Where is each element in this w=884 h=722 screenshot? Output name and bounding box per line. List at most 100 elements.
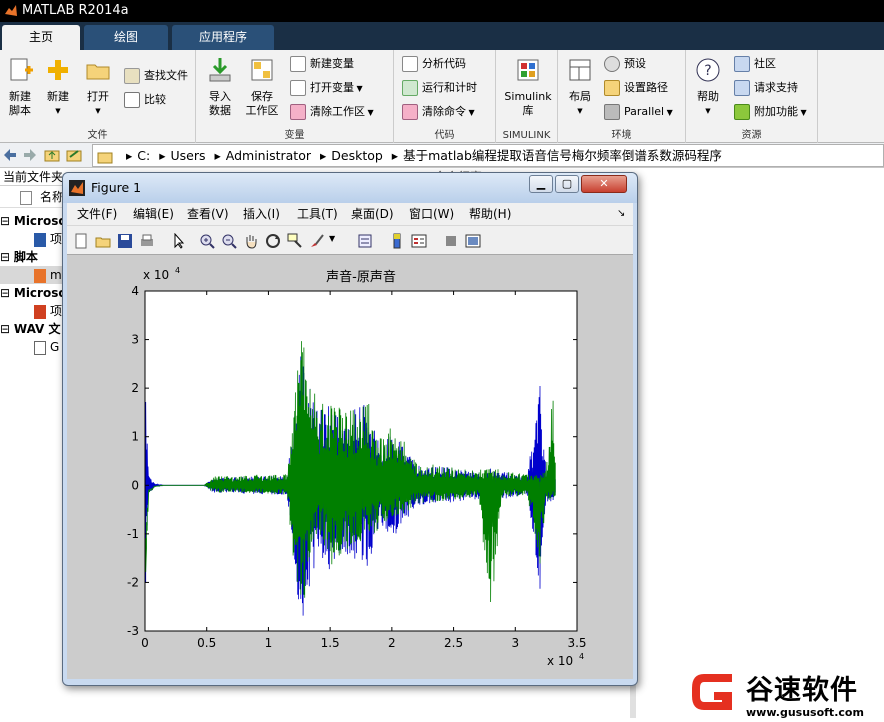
tab-apps[interactable]: 应用程序 xyxy=(172,25,274,50)
pan-hand-icon[interactable] xyxy=(243,233,259,249)
clear-workspace-icon xyxy=(290,104,306,120)
up-folder-icon[interactable] xyxy=(44,147,60,163)
insert-colorbar-icon[interactable] xyxy=(389,233,405,249)
new-script-button[interactable]: 新建 脚本 xyxy=(0,56,40,118)
brush-icon[interactable] xyxy=(309,233,325,249)
close-button[interactable]: ✕ xyxy=(581,175,627,193)
layout-button[interactable]: 布局 ▼ xyxy=(560,56,600,118)
set-path-label: 设置路径 xyxy=(624,81,668,94)
minimize-button[interactable]: ▁ xyxy=(529,175,553,193)
parallel-icon xyxy=(604,104,620,120)
group-label-simulink: SIMULINK xyxy=(502,130,551,141)
show-plot-tools-icon[interactable] xyxy=(465,233,481,249)
new-variable-label: 新建变量 xyxy=(310,57,354,70)
tree-group-microsoft-ppt[interactable]: ⊟ Microso xyxy=(0,284,66,302)
browse-folder-icon[interactable] xyxy=(66,147,82,163)
import-data-button[interactable]: 导入 数据 xyxy=(200,56,240,118)
clear-commands-button[interactable]: 清除命令 ▼ xyxy=(402,102,475,122)
clear-workspace-button[interactable]: 清除工作区 ▼ xyxy=(290,102,374,122)
menu-window[interactable]: 窗口(W) xyxy=(409,203,454,225)
figure-title: Figure 1 xyxy=(91,180,142,195)
brush-dropdown-icon[interactable]: ▼ xyxy=(329,234,335,243)
set-path-button[interactable]: 设置路径 xyxy=(604,78,668,98)
figure-window[interactable]: Figure 1 ▁ ▢ ✕ 文件(F) 编辑(E) 查看(V) 插入(I) 工… xyxy=(62,172,638,686)
tree-group-scripts[interactable]: ⊟ 脚本 xyxy=(0,248,66,266)
edit-plot-arrow-icon[interactable] xyxy=(171,233,187,249)
tree-item-ppt[interactable]: 项 xyxy=(0,302,66,320)
menu-tools[interactable]: 工具(T) xyxy=(297,203,338,225)
path-segment-users[interactable]: Users xyxy=(170,148,205,163)
zoom-in-icon[interactable] xyxy=(199,233,215,249)
waveform-plot[interactable]: 0 0.5 1 1.5 2 2.5 3 3.5 -3 -2 -1 0 1 2 3 4 声音-原声音 x 10 4 x … xyxy=(67,255,633,679)
hide-plot-tools-icon[interactable] xyxy=(443,233,459,249)
compare-button[interactable]: 比较 xyxy=(124,90,166,110)
file-type-icon xyxy=(20,190,32,205)
menu-file[interactable]: 文件(F) xyxy=(77,203,117,225)
preferences-button[interactable]: 预设 xyxy=(604,54,646,74)
new-variable-icon xyxy=(290,56,306,72)
path-segment-project[interactable]: 基于matlab编程提取语音信号梅尔频率倒谱系数源码程序 xyxy=(403,148,722,163)
name-column-header[interactable]: 名称 xyxy=(0,186,66,208)
tree-group-microsoft-word[interactable]: ⊟ Microso xyxy=(0,212,66,230)
menu-view[interactable]: 查看(V) xyxy=(187,203,229,225)
path-segment-desktop[interactable]: Desktop xyxy=(331,148,383,163)
data-cursor-icon[interactable] xyxy=(287,233,303,249)
run-and-time-label: 运行和计时 xyxy=(422,81,477,94)
forward-arrow-icon[interactable] xyxy=(22,147,38,163)
x-exponent-label: x 10 xyxy=(547,654,573,668)
new-script-label-1: 新建 xyxy=(9,90,31,103)
open-label: 打开 xyxy=(87,90,109,103)
tree-item-m-file[interactable]: m xyxy=(0,266,66,284)
print-figure-icon[interactable] xyxy=(139,233,155,249)
current-folder-path[interactable]: ▸ C: ▸ Users ▸ Administrator ▸ Desktop ▸ 基于ma… xyxy=(92,144,884,167)
figure-title-bar[interactable]: Figure 1 ▁ ▢ ✕ xyxy=(63,173,637,203)
back-arrow-icon[interactable] xyxy=(2,147,18,163)
tree-item-wav[interactable]: G xyxy=(0,338,66,356)
run-and-time-button[interactable]: 运行和计时 xyxy=(402,78,477,98)
open-file-icon[interactable] xyxy=(95,233,111,249)
figure-canvas[interactable]: 0 0.5 1 1.5 2 2.5 3 3.5 -3 -2 -1 0 1 2 3 4 声音-原声音 x 10 4 x … xyxy=(67,255,633,679)
group-label-resources: 资源 xyxy=(741,130,762,141)
tree-item-doc[interactable]: 项 xyxy=(0,230,66,248)
y-tick-label: -3 xyxy=(127,624,139,638)
addons-button[interactable]: 附加功能 ▼ xyxy=(734,102,807,122)
open-variable-button[interactable]: 打开变量 ▼ xyxy=(290,78,363,98)
new-variable-button[interactable]: 新建变量 xyxy=(290,54,354,74)
insert-legend-icon[interactable] xyxy=(411,233,427,249)
path-segment-drive[interactable]: C: xyxy=(137,148,150,163)
maximize-button[interactable]: ▢ xyxy=(555,175,579,193)
open-button[interactable]: 打开 ▼ xyxy=(78,56,118,118)
x-tick-label: 1.5 xyxy=(321,636,340,650)
analyze-code-button[interactable]: 分析代码 xyxy=(402,54,466,74)
link-plot-icon[interactable] xyxy=(357,233,373,249)
svg-text:?: ? xyxy=(704,63,711,79)
tab-home[interactable]: 主页 xyxy=(2,25,80,50)
menu-help[interactable]: 帮助(H) xyxy=(469,203,511,225)
request-support-button[interactable]: 请求支持 xyxy=(734,78,798,98)
x-tick-label: 3.5 xyxy=(567,636,586,650)
new-figure-icon[interactable] xyxy=(73,233,89,249)
menu-insert[interactable]: 插入(I) xyxy=(243,203,280,225)
help-button[interactable]: ? 帮助 ▼ xyxy=(688,56,728,118)
simulink-library-button[interactable]: Simulink 库 xyxy=(500,56,556,118)
zoom-out-icon[interactable] xyxy=(221,233,237,249)
new-button[interactable]: 新建 ▼ xyxy=(38,56,78,118)
menu-dock-arrow-icon[interactable]: ↘ xyxy=(617,203,625,225)
save-figure-icon[interactable] xyxy=(117,233,133,249)
parallel-button[interactable]: Parallel ▼ xyxy=(604,102,673,122)
x-tick-label: 2.5 xyxy=(444,636,463,650)
menu-desktop[interactable]: 桌面(D) xyxy=(351,203,394,225)
y-tick-label: 4 xyxy=(131,284,139,298)
parallel-label: Parallel xyxy=(624,105,665,118)
rotate-3d-icon[interactable] xyxy=(265,233,281,249)
group-label-file: 文件 xyxy=(87,130,108,141)
community-button[interactable]: 社区 xyxy=(734,54,776,74)
find-files-button[interactable]: 查找文件 xyxy=(124,66,188,86)
tab-plots[interactable]: 绘图 xyxy=(84,25,168,50)
y-tick-label: 2 xyxy=(131,381,139,395)
path-segment-administrator[interactable]: Administrator xyxy=(226,148,311,163)
tree-group-wav[interactable]: ⊟ WAV 文 xyxy=(0,320,66,338)
save-workspace-button[interactable]: 保存 工作区 xyxy=(242,56,282,118)
menu-edit[interactable]: 编辑(E) xyxy=(133,203,174,225)
help-icon: ? xyxy=(696,58,720,82)
